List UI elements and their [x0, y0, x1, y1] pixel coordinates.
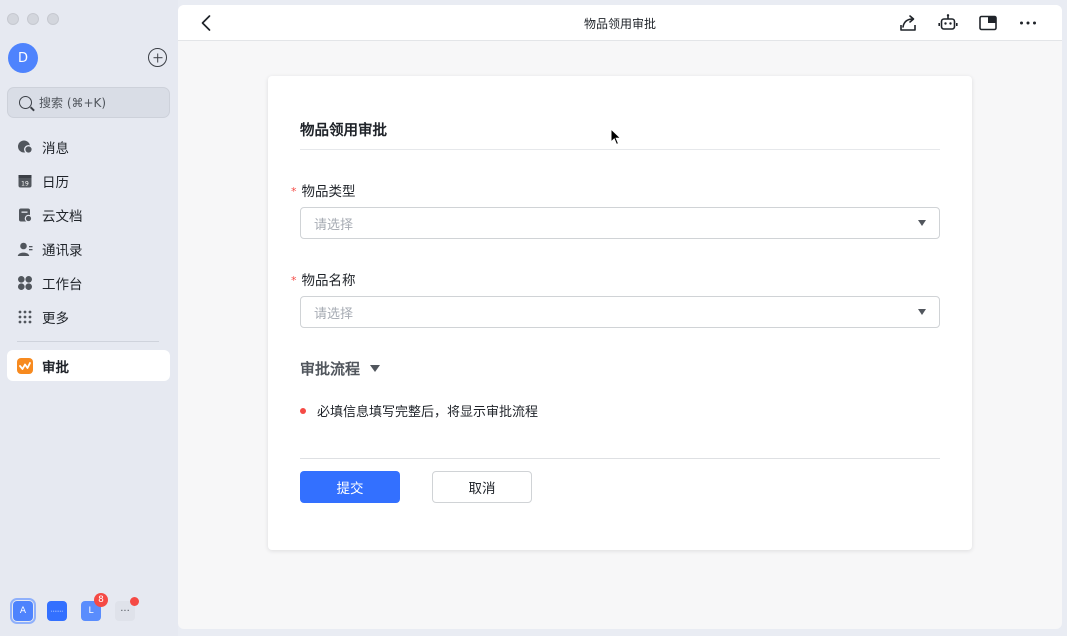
select-placeholder: 请选择 [314, 306, 354, 322]
dock-app-l[interactable]: L 8 [81, 593, 108, 621]
sidebar-item-label: 消息 [42, 141, 69, 157]
search-icon [19, 96, 32, 109]
minimize-window-button[interactable] [27, 13, 39, 25]
contacts-icon [17, 241, 33, 257]
sidebar-item-docs[interactable]: 云文档 [7, 198, 170, 232]
caret-down-icon [370, 365, 381, 372]
approval-flow-toggle[interactable]: 审批流程 [300, 358, 381, 379]
sidebar-item-more[interactable]: 更多 [7, 300, 170, 334]
caret-down-icon [918, 220, 926, 226]
required-mark: * [291, 274, 297, 287]
form-card: 物品领用审批 * 物品类型 请选择 * 物品名称 请选择 审批流程 必填信息填写完整… [268, 76, 972, 550]
top-bar: 物品领用审批 [178, 5, 1062, 41]
share-icon[interactable] [898, 13, 918, 33]
item-type-select[interactable]: 请选择 [300, 207, 940, 239]
sidebar-item-label: 审批 [42, 359, 69, 376]
sidebar-item-messages[interactable]: 消息 [7, 130, 170, 164]
workplace-icon [17, 275, 33, 291]
dock-app-label: ••••••• [50, 609, 64, 613]
window-controls [7, 13, 59, 25]
item-type-label: * 物品类型 [291, 180, 356, 200]
sidebar-item-label: 通讯录 [42, 243, 83, 259]
sidebar-item-workplace[interactable]: 工作台 [7, 266, 170, 300]
dock-app-label: A [19, 606, 27, 616]
main-panel: 物品领用审批 物品领用审批 * 物品类型 请选择 * 物品名称 请选择 审批流程… [178, 5, 1062, 629]
dock-app-label: L [88, 606, 94, 616]
notification-badge: 8 [94, 593, 108, 607]
mouse-cursor-icon [610, 128, 622, 146]
close-window-button[interactable] [7, 13, 19, 25]
sidebar-item-label: 云文档 [42, 209, 83, 225]
sidebar-item-label: 工作台 [42, 277, 83, 293]
footer-divider [300, 458, 940, 459]
sidebar-divider [17, 341, 159, 342]
required-mark: * [291, 185, 297, 198]
field-label-text: 物品类型 [301, 184, 356, 200]
message-icon [17, 139, 33, 155]
add-icon[interactable] [148, 48, 167, 67]
notification-dot [130, 597, 139, 606]
zoom-window-button[interactable] [47, 13, 59, 25]
item-name-select[interactable]: 请选择 [300, 296, 940, 328]
title-divider [300, 149, 940, 150]
cancel-button[interactable]: 取消 [432, 471, 532, 503]
avatar[interactable]: D [8, 43, 38, 73]
sidebar-item-label: 更多 [42, 311, 69, 327]
app-dock: A ••••••• L 8 ··· [10, 593, 139, 624]
calendar-icon: 19 [17, 173, 33, 189]
approval-icon [17, 357, 33, 374]
split-window-icon[interactable] [978, 13, 998, 33]
approval-flow-note: 必填信息填写完整后，将显示审批流程 [300, 401, 538, 420]
more-grid-icon [17, 309, 33, 325]
search-placeholder: 搜索 (⌘+K) [39, 96, 107, 110]
sidebar-item-approval[interactable]: 审批 [7, 350, 170, 381]
robot-icon[interactable] [938, 13, 958, 33]
select-placeholder: 请选择 [314, 217, 354, 233]
status-dot [300, 407, 306, 414]
field-label-text: 物品名称 [301, 273, 356, 289]
flow-note-text: 必填信息填写完整后，将显示审批流程 [317, 405, 539, 420]
approval-flow-title: 审批流程 [300, 360, 361, 378]
dock-app-b[interactable]: ••••••• [47, 601, 67, 621]
item-name-label: * 物品名称 [291, 269, 356, 289]
calendar-day: 19 [21, 181, 29, 188]
sidebar-item-contacts[interactable]: 通讯录 [7, 232, 170, 266]
caret-down-icon [918, 309, 926, 315]
sidebar-item-label: 日历 [42, 175, 69, 191]
submit-button[interactable]: 提交 [300, 471, 400, 503]
docs-icon [17, 207, 33, 223]
top-actions [898, 13, 1038, 33]
sidebar-nav: 消息 19 日历 云文档 通讯录 工作台 更多 [7, 130, 170, 334]
form-title: 物品领用审批 [300, 123, 387, 139]
dock-more-button[interactable]: ··· [115, 597, 139, 621]
search-input[interactable]: 搜索 (⌘+K) [7, 87, 170, 118]
dock-app-a[interactable]: A [10, 598, 36, 624]
sidebar: D 搜索 (⌘+K) 消息 19 日历 云文档 通讯录 工作台 更多 审批 A … [0, 0, 178, 636]
dock-app-label: ··· [120, 605, 130, 617]
sidebar-item-calendar[interactable]: 19 日历 [7, 164, 170, 198]
more-icon[interactable] [1018, 13, 1038, 33]
